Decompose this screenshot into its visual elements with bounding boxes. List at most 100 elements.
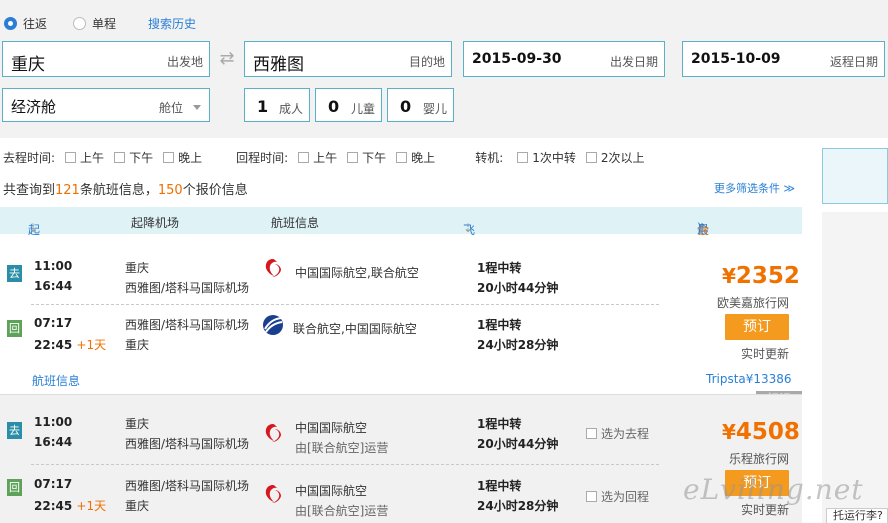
select-outbound-label: 选为去程 [601,427,650,441]
checkbox-icon[interactable] [586,491,597,502]
depart-date-hint: 出发日期 [609,55,658,69]
destination-field[interactable]: 西雅图 目的地 [244,41,452,77]
origin-value: 重庆 [11,55,45,75]
return-time-filter: 回程时间: 上午 下午 晚上 [236,149,445,166]
filter-ret-morning[interactable]: 上午 [298,149,337,166]
result-summary: 共查询到121条航班信息，150个报价信息 [3,179,248,198]
round-trip-radio[interactable] [4,17,17,30]
filter-option-label: 上午 [313,151,338,165]
select-as-outbound[interactable]: 选为去程 [586,425,649,442]
checkbox-icon[interactable] [396,152,408,163]
return-arrive-time-value: 22:45 [34,338,73,352]
checkbox-icon[interactable] [585,152,597,163]
return-depart-time: 07:17 [34,477,73,491]
book-button[interactable]: 预订 [725,314,789,340]
return-date-field[interactable]: 2015-10-09 返程日期 [682,41,885,77]
children-count: 0 [328,97,340,116]
return-arrive-airport: 重庆 [125,499,150,513]
realtime-update-label: 实时更新 [741,347,790,361]
one-way-label[interactable]: 单程 [92,15,116,32]
select-as-return[interactable]: 选为回程 [586,488,649,505]
return-time-label: 回程时间: [236,151,289,165]
currency-symbol: ¥ [722,264,736,288]
outbound-depart-airport: 重庆 [125,417,150,431]
swap-icon[interactable]: ⇄ [214,49,240,69]
result-card: 去 11:00 16:44 重庆 西雅图/塔科马国际机场 中国国际航空,联合航空… [0,240,802,392]
filter-one-stop[interactable]: 1次中转 [517,149,576,166]
depart-date-field[interactable]: 2015-09-30 出发日期 [463,41,665,77]
filter-row: 去程时间: 上午 下午 晚上 回程时间: 上午 下午 晚上 转机: 1次中转 2… [3,149,665,166]
return-duration: 24小时28分钟 [477,338,559,352]
return-arrive-time: 22:45 +1天 [34,497,106,514]
filter-out-morning[interactable]: 上午 [65,149,104,166]
trip-type-selector: 往返 单程 搜索历史 [4,15,196,32]
outbound-arrive-time: 16:44 [34,435,73,449]
return-date-value: 2015-10-09 [691,51,781,67]
cabin-value: 经济舱 [11,98,57,116]
outbound-badge: 去 [7,422,22,439]
agency-name[interactable]: 欧美嘉旅行网 [717,294,789,311]
return-date-hint: 返程日期 [829,55,878,69]
flight-column-header: 航班信息 [271,216,320,230]
price-value: 2352 [735,263,800,289]
round-trip-label[interactable]: 往返 [23,15,47,32]
filter-option-label: 晚上 [411,151,436,165]
return-depart-time: 07:17 [34,316,73,330]
infants-count: 0 [400,97,412,116]
checkbox-icon[interactable] [163,152,175,163]
transfer-label: 转机: [475,151,504,165]
checkbox-icon[interactable] [347,152,359,163]
sort-up-icon: ⇡ [697,221,708,235]
return-depart-airport: 西雅图/塔科马国际机场 [125,318,250,332]
checkbox-icon[interactable] [114,152,126,163]
infants-field[interactable]: 0 婴儿 [387,88,454,122]
adults-field[interactable]: 1 成人 [244,88,310,122]
alternative-price-link[interactable]: Tripsta¥13386 [706,372,792,386]
one-way-radio[interactable] [73,17,87,30]
outbound-duration: 20小时44分钟 [477,281,559,295]
chevron-down-icon [193,105,201,110]
price-value: 4508 [735,419,800,445]
price: ¥4508 [722,419,800,445]
quote-count: 150 [157,183,183,198]
return-airline: 中国国际航空 [295,484,368,498]
baggage-tip[interactable]: 托运行李? [826,508,888,523]
currency-symbol: ¥ [722,420,736,444]
flight-info-link[interactable]: 航班信息 [32,372,80,389]
results-header: 起降时间 ⇣ 起降机场 航班信息 飞行时长 ⇣ 最低报价(含税) ⇡ [0,207,802,303]
outbound-depart-time: 11:00 [34,415,73,429]
filter-option-label: 下午 [129,151,154,165]
watermark: eLviling.net [683,473,864,506]
filter-option-label: 2次以上 [600,151,645,165]
outbound-depart-airport: 重庆 [125,261,150,275]
filter-two-plus[interactable]: 2次以上 [585,149,645,166]
return-arrive-airport: 重庆 [125,338,150,352]
destination-value: 西雅图 [253,55,304,75]
cabin-select[interactable]: 经济舱 舱位 [2,88,210,122]
origin-field[interactable]: 重庆 出发地 [2,41,210,77]
filter-ret-afternoon[interactable]: 下午 [347,149,386,166]
infants-unit: 婴儿 [422,102,447,116]
cabin-hint: 舱位 [158,101,183,115]
return-duration: 24小时28分钟 [477,499,559,513]
checkbox-icon[interactable] [586,428,597,439]
filter-ret-evening[interactable]: 晚上 [396,149,435,166]
children-field[interactable]: 0 儿童 [315,88,382,122]
more-filters-link[interactable]: 更多筛选条件 ≫ [714,180,795,196]
return-badge: 回 [7,320,22,337]
agency-name[interactable]: 乐程旅行网 [729,450,789,467]
outbound-duration: 20小时44分钟 [477,437,559,451]
side-panel-box[interactable] [822,148,888,204]
checkbox-icon[interactable] [517,152,529,163]
return-operator: 由[联合航空]运营 [295,504,389,518]
search-history-link[interactable]: 搜索历史 [148,15,196,32]
outbound-airline: 中国国际航空 [295,421,368,435]
return-airline: 联合航空,中国国际航空 [293,322,417,336]
sort-arrow-icon: ⇣ [463,221,474,235]
filter-out-afternoon[interactable]: 下午 [114,149,153,166]
transfer-filter: 转机: 1次中转 2次以上 [475,149,654,166]
checkbox-icon[interactable] [298,152,310,163]
checkbox-icon[interactable] [65,152,77,163]
outbound-time-label: 去程时间: [3,151,56,165]
filter-out-evening[interactable]: 晚上 [163,149,202,166]
